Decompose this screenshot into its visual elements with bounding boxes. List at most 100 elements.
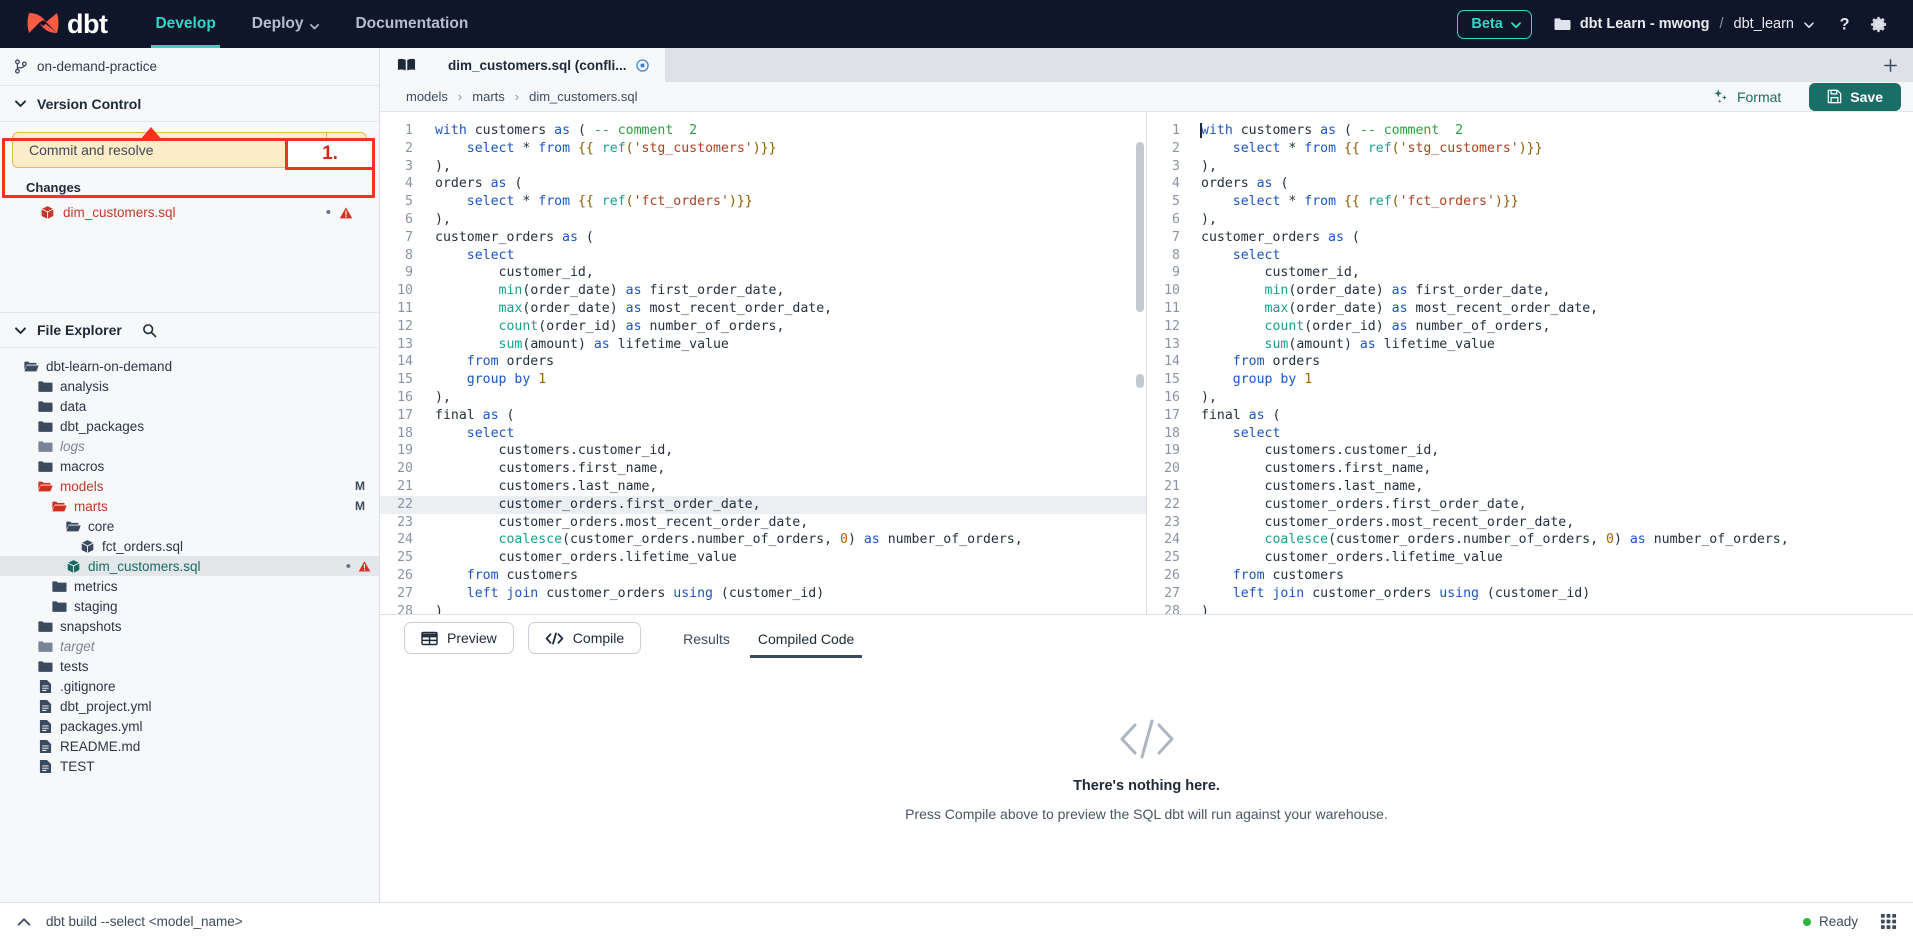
diff-pane-left[interactable]: 1with customers as ( -- comment 22 selec… [380, 112, 1147, 614]
nav-item-documentation[interactable]: Documentation [337, 0, 486, 48]
tree-item-gitignore[interactable]: .gitignore [0, 676, 379, 696]
code-line: 5 select * from {{ ref('fct_orders')}} [380, 193, 1146, 211]
tree-item-dbt-learn-on-demand[interactable]: dbt-learn-on-demand [0, 356, 379, 376]
tree-item-fct-orders-sql[interactable]: fct_orders.sql [0, 536, 379, 556]
code-text: select * from {{ ref('stg_customers')}} [1189, 140, 1543, 158]
tree-item-analysis[interactable]: analysis [0, 376, 379, 396]
tree-item-label: dbt_packages [60, 419, 144, 434]
nav-item-develop[interactable]: Develop [137, 0, 233, 48]
tree-item-snapshots[interactable]: snapshots [0, 616, 379, 636]
dbt-logo-icon [26, 11, 60, 37]
preview-button[interactable]: Preview [404, 622, 514, 654]
file-icon [38, 739, 53, 754]
command-line-hint[interactable]: dbt build --select <model_name> [46, 914, 1789, 929]
line-number: 7 [1147, 229, 1189, 247]
tree-item-dbt-packages[interactable]: dbt_packages [0, 416, 379, 436]
save-button[interactable]: Save [1809, 83, 1901, 111]
file-icon [38, 679, 53, 694]
file-tree[interactable]: dbt-learn-on-demandanalysisdata dbt_packa… [0, 348, 379, 902]
tree-item-dbt-project-yml[interactable]: dbt_project.yml [0, 696, 379, 716]
code-text: customer_orders.first_order_date, [422, 496, 761, 514]
tree-item-staging[interactable]: staging [0, 596, 379, 616]
modified-flag: M [349, 479, 365, 493]
chevron-up-icon[interactable] [16, 914, 32, 930]
tree-item-logs[interactable]: logs [0, 436, 379, 456]
code-text: sum(amount) as lifetime_value [1189, 336, 1495, 354]
chevron-down-icon [1510, 19, 1520, 29]
tree-item-metrics[interactable]: metrics [0, 576, 379, 596]
compile-button[interactable]: Compile [528, 622, 641, 654]
code-line: 6), [380, 211, 1146, 229]
code-text: customers.customer_id, [1189, 442, 1439, 460]
table-grid-icon [421, 631, 438, 646]
file-explorer-panel-header[interactable]: File Explorer [0, 312, 379, 348]
breadcrumb-bar: models › marts › dim_customers.sql Forma… [380, 82, 1913, 112]
new-tab-button[interactable] [1867, 48, 1913, 82]
tree-item-models[interactable]: modelsM [0, 476, 379, 496]
folder-open-icon [38, 479, 53, 494]
close-circle-icon[interactable] [636, 59, 649, 72]
tree-item-test[interactable]: TEST [0, 756, 379, 776]
tab-results[interactable]: Results [669, 619, 744, 658]
nav-item-deploy[interactable]: Deploy [234, 0, 338, 48]
code-line: 16), [1147, 389, 1913, 407]
diff-editor: 1with customers as ( -- comment 22 selec… [380, 112, 1913, 614]
folder-icon [38, 619, 53, 634]
code-text: ), [422, 158, 451, 176]
code-text: ), [422, 389, 451, 407]
version-control-title: Version Control [37, 96, 141, 112]
primary-nav: Develop Deploy Documentation [137, 0, 486, 48]
tab-compiled-code[interactable]: Compiled Code [744, 619, 869, 658]
dbt-logo[interactable]: dbt [0, 0, 117, 48]
tree-item-dim-customers-sql[interactable]: dim_customers.sql• [0, 556, 379, 576]
project-context-selector[interactable]: dbt Learn - mwong / dbt_learn [1554, 16, 1813, 32]
editor-tab-dim-customers[interactable]: dim_customers.sql (confli... [432, 48, 665, 82]
code-text: from orders [1189, 353, 1320, 371]
changed-file-row[interactable]: dim_customers.sql • [12, 201, 367, 224]
tree-item-packages-yml[interactable]: packages.yml [0, 716, 379, 736]
tree-item-data[interactable]: data [0, 396, 379, 416]
line-number: 9 [1147, 264, 1189, 282]
line-number: 22 [1147, 496, 1189, 514]
tree-item-target[interactable]: target [0, 636, 379, 656]
grid-icon[interactable] [1872, 913, 1897, 930]
folder-icon [38, 639, 53, 654]
tree-item-label: core [88, 519, 114, 534]
git-branch-icon [14, 59, 28, 74]
branch-indicator[interactable]: on-demand-practice [0, 48, 379, 86]
code-text: customer_orders as ( [1189, 229, 1360, 247]
breadcrumb-marts[interactable]: marts [472, 89, 505, 104]
breadcrumb-models[interactable]: models [406, 89, 448, 104]
tree-item-readme-md[interactable]: README.md [0, 736, 379, 756]
code-text: orders as ( [422, 175, 522, 193]
tree-item-core[interactable]: core [0, 516, 379, 536]
scrollbar-thumb-left-secondary[interactable] [1136, 374, 1144, 388]
code-text: left join customer_orders using (custome… [1189, 585, 1590, 603]
help-icon[interactable]: ? [1827, 7, 1861, 41]
code-content-right[interactable]: 1with customers as ( -- comment 22 selec… [1147, 112, 1913, 614]
gear-icon[interactable] [1861, 7, 1895, 41]
code-text: customers.first_name, [1189, 460, 1431, 478]
beta-dropdown-button[interactable]: Beta [1457, 10, 1531, 39]
tree-item-macros[interactable]: macros [0, 456, 379, 476]
line-number: 25 [1147, 549, 1189, 567]
scrollbar-thumb-left[interactable] [1136, 142, 1144, 312]
open-book-icon[interactable] [380, 48, 432, 82]
beta-label: Beta [1471, 16, 1502, 32]
code-line: 28) [1147, 603, 1913, 614]
line-number: 13 [380, 336, 422, 354]
code-text: final as ( [1189, 407, 1280, 425]
tree-item-marts[interactable]: martsM [0, 496, 379, 516]
code-text: customers.first_name, [422, 460, 665, 478]
code-line: 25 customer_orders.lifetime_value [380, 549, 1146, 567]
tree-item-tests[interactable]: tests [0, 656, 379, 676]
breadcrumb-file[interactable]: dim_customers.sql [529, 89, 637, 104]
diff-pane-right[interactable]: 1with customers as ( -- comment 22 selec… [1147, 112, 1913, 614]
code-content-left[interactable]: 1with customers as ( -- comment 22 selec… [380, 112, 1146, 614]
commit-and-resolve-label: Commit and resolve [13, 142, 326, 158]
code-line: 11 max(order_date) as most_recent_order_… [380, 300, 1146, 318]
version-control-panel-header[interactable]: Version Control [0, 86, 379, 122]
line-number: 17 [380, 407, 422, 425]
format-button[interactable]: Format [1700, 88, 1793, 105]
search-icon[interactable] [142, 323, 157, 338]
